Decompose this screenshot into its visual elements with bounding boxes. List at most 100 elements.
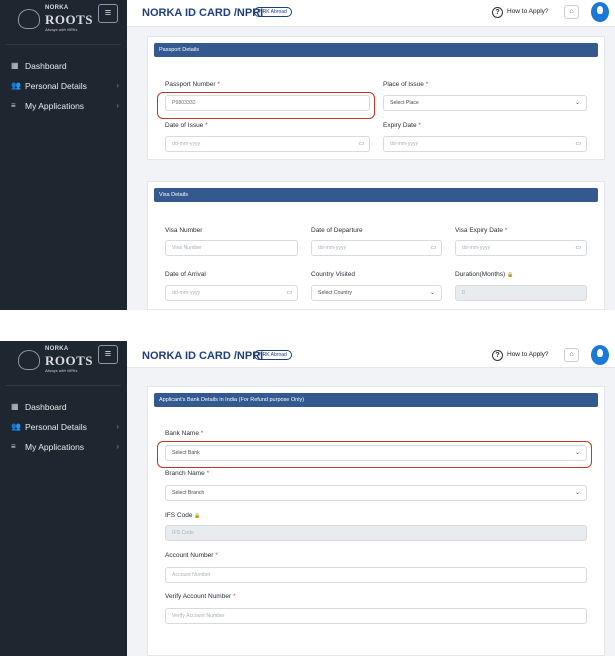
logo-tagline: Always with NRKs [45, 368, 78, 373]
calendar-icon[interactable]: ▭ [575, 137, 581, 151]
passport-number-highlight [157, 92, 375, 119]
date-of-issue-label: Date of Issue * [165, 122, 208, 129]
country-visited-label: Country Visited [311, 271, 355, 278]
user-avatar[interactable] [591, 2, 609, 22]
how-to-apply-link[interactable]: How to Apply? [507, 351, 549, 358]
visa-expiry-date-input[interactable]: dd-mm-yyyy ▭ [455, 240, 587, 256]
sidebar-item-dashboard[interactable]: ▦ Dashboard [11, 56, 119, 76]
bank-details-card: Applicant's Bank Details in India (For R… [147, 386, 605, 656]
country-visited-select[interactable]: Select Country ⌄ [311, 285, 442, 301]
ifs-code-label: IFS Code 🔒 [165, 512, 201, 519]
sidebar-item-label: Dashboard [25, 402, 67, 412]
sidebar-item-personal-details[interactable]: 👥 Personal Details › [11, 417, 119, 437]
verify-account-number-input[interactable]: Verify Account Number [165, 608, 587, 624]
verify-account-number-label: Verify Account Number * [165, 593, 236, 600]
place-of-issue-label: Place of Issue * [383, 81, 429, 88]
chevron-right-icon: › [116, 81, 119, 90]
duration-label: Duration(Months) 🔒 [455, 271, 514, 278]
sidebar-item-label: My Applications [25, 101, 85, 111]
sidebar-divider [6, 44, 121, 45]
calendar-icon[interactable]: ▭ [286, 286, 292, 300]
norka-roots-logo: NORKA ROOTS Always with NRKs [18, 346, 94, 376]
logo-name: ROOTS [45, 353, 94, 368]
home-button[interactable]: ⌂ [564, 5, 579, 19]
logo-brand: NORKA [45, 5, 69, 11]
top-bar: NORKA ID CARD /NPRI NRK Abroad ? How to … [127, 341, 615, 368]
sidebar-nav: ▦ Dashboard 👥 Personal Details › ≡ My Ap… [11, 56, 119, 116]
branch-name-select[interactable]: Select Branch ⌄ [165, 485, 587, 501]
top-bar: NORKA ID CARD /NPRI NRK Abroad ? How to … [127, 0, 615, 27]
logo-tagline: Always with NRKs [45, 27, 78, 32]
help-icon[interactable]: ? [492, 350, 503, 361]
dashboard-icon: ▦ [11, 402, 19, 411]
lock-icon: 🔒 [507, 272, 514, 278]
visa-details-card: Visa Details Visa Number Visa Number Dat… [147, 181, 605, 310]
visa-details-header: Visa Details [154, 188, 598, 202]
menu-toggle-button[interactable]: ≡ [98, 345, 118, 364]
page-title: NORKA ID CARD /NPRI [142, 350, 264, 362]
screenshot-bank-details: NORKA ROOTS Always with NRKs ≡ ▦ Dashboa… [0, 341, 615, 656]
chevron-down-icon: ⌄ [574, 100, 580, 106]
date-of-issue-input[interactable]: dd-mm-yyyy ▭ [165, 136, 370, 152]
list-icon: ≡ [11, 442, 16, 451]
date-of-departure-input[interactable]: dd-mm-yyyy ▭ [311, 240, 442, 256]
lock-icon: 🔒 [194, 513, 201, 519]
visa-expiry-date-label: Visa Expiry Date * [455, 227, 508, 234]
sidebar-item-my-applications[interactable]: ≡ My Applications › [11, 96, 119, 116]
nrk-abroad-badge: NRK Abroad [254, 7, 292, 17]
duration-input: 0 [455, 285, 587, 301]
passport-details-header: Passport Details [154, 43, 598, 57]
page-title: NORKA ID CARD /NPRI [142, 7, 264, 19]
account-number-input[interactable]: Account Number [165, 567, 587, 583]
users-icon: 👥 [11, 81, 21, 90]
nrk-abroad-badge: NRK Abroad [254, 350, 292, 360]
chevron-right-icon: › [116, 101, 119, 110]
branch-name-label: Branch Name * [165, 470, 210, 477]
dashboard-icon: ▦ [11, 61, 19, 70]
sidebar: NORKA ROOTS Always with NRKs ≡ ▦ Dashboa… [0, 341, 127, 656]
chevron-right-icon: › [116, 422, 119, 431]
ifs-code-input: IFS Code [165, 525, 587, 541]
bank-details-header: Applicant's Bank Details in India (For R… [154, 393, 598, 407]
sidebar: NORKA ROOTS Always with NRKs ≡ ▦ Dashboa… [0, 0, 127, 310]
calendar-icon[interactable]: ▭ [358, 137, 364, 151]
users-icon: 👥 [11, 422, 21, 431]
emblem-icon [18, 9, 40, 29]
date-of-arrival-label: Date of Arrival [165, 271, 206, 278]
chevron-down-icon: ⌄ [429, 290, 435, 296]
screenshot-passport-visa: NORKA ROOTS Always with NRKs ≡ ▦ Dashboa… [0, 0, 615, 310]
how-to-apply-link[interactable]: How to Apply? [507, 8, 549, 15]
date-of-arrival-input[interactable]: dd-mm-yyyy ▭ [165, 285, 298, 301]
sidebar-item-label: Dashboard [25, 61, 67, 71]
chevron-down-icon: ⌄ [574, 490, 580, 496]
visa-number-input[interactable]: Visa Number [165, 240, 298, 256]
user-avatar[interactable] [591, 345, 609, 365]
sidebar-item-label: My Applications [25, 442, 85, 452]
list-icon: ≡ [11, 101, 16, 110]
norka-roots-logo: NORKA ROOTS Always with NRKs [18, 5, 94, 35]
logo-brand: NORKA [45, 346, 69, 352]
sidebar-divider [6, 385, 121, 386]
sidebar-item-dashboard[interactable]: ▦ Dashboard [11, 397, 119, 417]
sidebar-item-my-applications[interactable]: ≡ My Applications › [11, 437, 119, 457]
chevron-right-icon: › [116, 442, 119, 451]
sidebar-item-personal-details[interactable]: 👥 Personal Details › [11, 76, 119, 96]
menu-toggle-button[interactable]: ≡ [98, 4, 118, 23]
passport-number-label: Passport Number * [165, 81, 220, 88]
logo-name: ROOTS [45, 12, 94, 27]
expiry-date-label: Expiry Date * [383, 122, 421, 129]
bank-name-highlight [157, 441, 592, 468]
sidebar-nav: ▦ Dashboard 👥 Personal Details › ≡ My Ap… [11, 397, 119, 457]
calendar-icon[interactable]: ▭ [575, 241, 581, 255]
home-button[interactable]: ⌂ [564, 348, 579, 362]
bank-name-label: Bank Name * [165, 430, 204, 437]
sidebar-item-label: Personal Details [25, 422, 87, 432]
date-of-departure-label: Date of Departure [311, 227, 363, 234]
place-of-issue-select[interactable]: Select Place ⌄ [383, 95, 587, 111]
expiry-date-input[interactable]: dd-mm-yyyy ▭ [383, 136, 587, 152]
emblem-icon [18, 350, 40, 370]
visa-number-label: Visa Number [165, 227, 203, 234]
calendar-icon[interactable]: ▭ [430, 241, 436, 255]
account-number-label: Account Number * [165, 552, 218, 559]
help-icon[interactable]: ? [492, 7, 503, 18]
